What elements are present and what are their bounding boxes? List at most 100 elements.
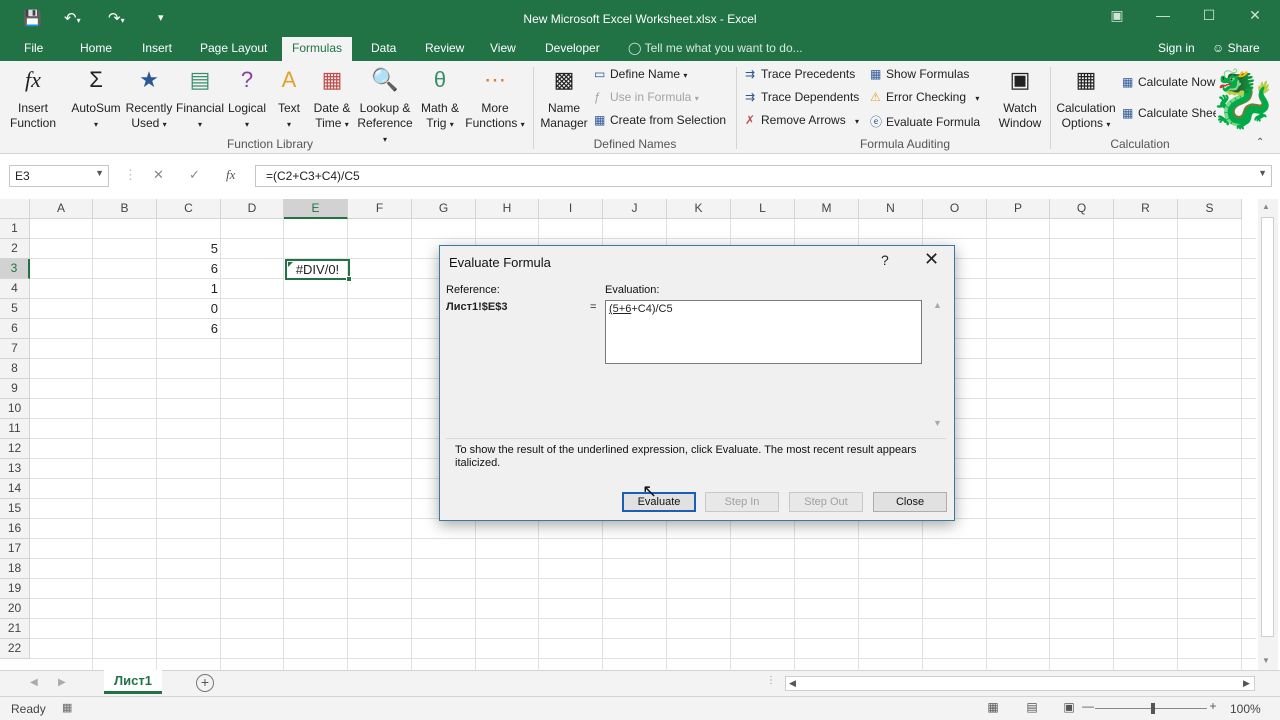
calculation-options-button[interactable]: ▦ Calculation Options ▾ — [1054, 65, 1118, 132]
calculate-sheet-button[interactable]: ▦ Calculate Shee — [1122, 106, 1216, 120]
horizontal-scrollbar[interactable]: ◀ ▶ — [785, 676, 1255, 691]
row-header-5[interactable]: 5 — [0, 299, 30, 319]
row-header-18[interactable]: 18 — [0, 559, 30, 579]
dialog-scroll-up-icon[interactable]: ▲ — [933, 300, 942, 310]
row-header-4[interactable]: 4 — [0, 279, 30, 299]
watch-window-button[interactable]: ▣ Watch Window — [996, 65, 1044, 131]
tab-page-layout[interactable]: Page Layout — [200, 41, 267, 55]
formula-input[interactable]: =(C2+C3+C4)/C5 ▼ — [255, 165, 1272, 187]
dialog-scrollbar[interactable]: ▲ ▼ — [930, 300, 944, 432]
tab-developer[interactable]: Developer — [545, 41, 600, 55]
row-header-8[interactable]: 8 — [0, 359, 30, 379]
previous-sheet-icon[interactable]: ◀ — [30, 677, 38, 688]
name-manager-button[interactable]: ▩ Name Manager — [538, 65, 590, 131]
step-in-button[interactable]: Step In — [705, 492, 779, 512]
column-header-o[interactable]: O — [923, 199, 987, 219]
trace-precedents-button[interactable]: ⇉ Trace Precedents — [745, 67, 855, 81]
more-functions-button[interactable]: ⋯ More Functions ▾ — [464, 65, 526, 132]
column-header-l[interactable]: L — [731, 199, 795, 219]
sheet-bar-splitter-icon[interactable]: ⋮ — [766, 675, 776, 686]
vertical-scroll-thumb[interactable] — [1261, 217, 1274, 637]
macro-recording-icon[interactable]: ▦ — [62, 701, 72, 714]
collapse-ribbon-icon[interactable]: ⌃ — [1256, 137, 1264, 148]
autosum-button[interactable]: Σ AutoSum ▾ — [68, 65, 124, 132]
column-header-s[interactable]: S — [1178, 199, 1242, 219]
scroll-left-icon[interactable]: ◀ — [789, 678, 796, 689]
normal-view-icon[interactable]: ▦ — [985, 700, 1001, 716]
column-header-m[interactable]: M — [795, 199, 859, 219]
share-button[interactable]: ☺ Share — [1212, 41, 1260, 55]
column-header-q[interactable]: Q — [1050, 199, 1114, 219]
close-window-icon[interactable]: ✕ — [1240, 7, 1270, 27]
column-header-p[interactable]: P — [987, 199, 1050, 219]
tab-formulas[interactable]: Formulas — [282, 37, 353, 61]
dialog-close-icon[interactable]: ✕ — [924, 249, 939, 270]
lookup-reference-button[interactable]: 🔍 Lookup & Reference ▾ — [354, 65, 416, 147]
row-header-2[interactable]: 2 — [0, 239, 30, 259]
column-header-a[interactable]: A — [30, 199, 93, 219]
expand-formula-bar-icon[interactable]: ▼ — [1258, 168, 1267, 178]
row-header-22[interactable]: 22 — [0, 639, 30, 659]
name-box[interactable]: E3 ▼ — [9, 165, 109, 187]
column-header-h[interactable]: H — [476, 199, 539, 219]
select-all-corner[interactable] — [0, 199, 30, 219]
column-header-d[interactable]: D — [221, 199, 284, 219]
active-cell[interactable]: #DIV/0! — [285, 259, 352, 282]
column-header-g[interactable]: G — [412, 199, 476, 219]
use-in-formula-button[interactable]: ƒ Use in Formula ▾ — [594, 90, 699, 104]
column-header-f[interactable]: F — [348, 199, 412, 219]
cell-c5[interactable]: 0 — [157, 299, 221, 319]
tab-data[interactable]: Data — [371, 41, 396, 55]
column-header-n[interactable]: N — [859, 199, 923, 219]
row-header-3[interactable]: 3 — [0, 259, 30, 279]
evaluate-button[interactable]: Evaluate — [622, 492, 696, 512]
sign-in-link[interactable]: Sign in — [1158, 41, 1195, 55]
chevron-down-icon[interactable]: ▼ — [95, 168, 104, 178]
insert-function-fx-icon[interactable]: fx — [226, 167, 235, 183]
column-header-k[interactable]: K — [667, 199, 731, 219]
page-break-view-icon[interactable]: ▣ — [1061, 700, 1077, 716]
fill-handle[interactable] — [346, 276, 352, 282]
column-header-r[interactable]: R — [1114, 199, 1178, 219]
row-header-12[interactable]: 12 — [0, 439, 30, 459]
cell-c4[interactable]: 1 — [157, 279, 221, 299]
help-icon[interactable]: ? — [881, 252, 889, 268]
evaluate-formula-button[interactable]: ⓔ Evaluate Formula — [870, 113, 980, 130]
add-sheet-icon[interactable]: + — [196, 674, 214, 692]
scroll-down-icon[interactable]: ▼ — [1262, 656, 1270, 665]
step-out-button[interactable]: Step Out — [789, 492, 863, 512]
row-header-20[interactable]: 20 — [0, 599, 30, 619]
cell-c2[interactable]: 5 — [157, 239, 221, 259]
row-header-21[interactable]: 21 — [0, 619, 30, 639]
page-layout-view-icon[interactable]: ▤ — [1024, 700, 1040, 716]
vertical-scrollbar[interactable]: ▲ ▼ — [1258, 199, 1278, 670]
scroll-up-icon[interactable]: ▲ — [1262, 202, 1270, 211]
row-header-15[interactable]: 15 — [0, 499, 30, 519]
zoom-in-icon[interactable]: + — [1205, 699, 1221, 715]
ribbon-display-options-icon[interactable]: ▣ — [1102, 7, 1132, 27]
row-header-14[interactable]: 14 — [0, 479, 30, 499]
row-header-17[interactable]: 17 — [0, 539, 30, 559]
zoom-slider-knob[interactable] — [1151, 703, 1155, 714]
row-header-6[interactable]: 6 — [0, 319, 30, 339]
calculate-now-button[interactable]: ▦ Calculate Now — [1122, 75, 1215, 89]
row-header-13[interactable]: 13 — [0, 459, 30, 479]
column-header-e[interactable]: E — [284, 199, 348, 219]
column-header-i[interactable]: I — [539, 199, 603, 219]
insert-function-button[interactable]: fx Insert Function — [10, 65, 56, 131]
column-header-c[interactable]: C — [157, 199, 221, 219]
tab-review[interactable]: Review — [425, 41, 464, 55]
cell-c6[interactable]: 6 — [157, 319, 221, 339]
remove-arrows-button[interactable]: ✗ Remove Arrows ▾ — [745, 113, 859, 127]
column-header-b[interactable]: B — [93, 199, 157, 219]
confirm-entry-icon[interactable]: ✓ — [189, 167, 200, 183]
tab-insert[interactable]: Insert — [142, 41, 172, 55]
row-header-16[interactable]: 16 — [0, 519, 30, 539]
zoom-out-icon[interactable]: — — [1080, 699, 1096, 715]
row-header-11[interactable]: 11 — [0, 419, 30, 439]
sheet-tab[interactable]: Лист1 — [104, 670, 162, 694]
create-from-selection-button[interactable]: ▦ Create from Selection — [594, 113, 726, 127]
define-name-button[interactable]: ▭ Define Name ▾ — [594, 67, 687, 81]
tab-home[interactable]: Home — [80, 41, 112, 55]
logical-button[interactable]: ? Logical ▾ — [226, 65, 268, 132]
